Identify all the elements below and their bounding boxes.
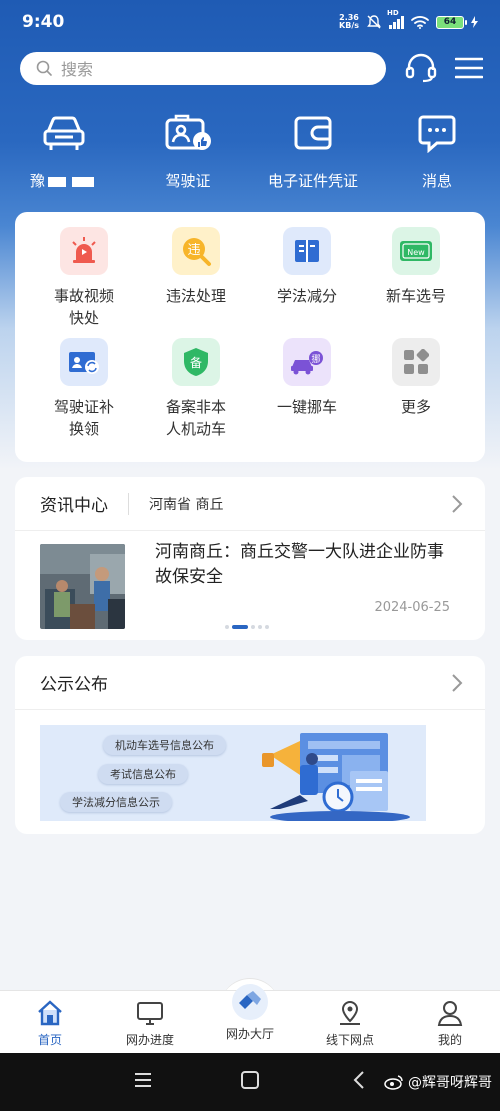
news-center-card: 资讯中心 河南省 商丘 河南商丘：商丘交警一大队进企业防事故保安全 2024-0…: [15, 477, 485, 640]
battery-indicator: 64: [436, 15, 467, 29]
pill-study-deduction[interactable]: 学法减分信息公示: [60, 792, 172, 812]
car-icon: [43, 116, 85, 150]
svg-text:备: 备: [190, 356, 202, 370]
tab-online-hall[interactable]: 网办大厅: [200, 983, 300, 1042]
tab-progress[interactable]: 网办进度: [100, 997, 200, 1048]
publication-title: 公示公布: [40, 675, 108, 695]
move-car-icon: 挪: [283, 338, 331, 386]
recent-apps-icon[interactable]: [134, 1071, 152, 1089]
plate-mask: [48, 176, 66, 187]
service-accident-video[interactable]: 事故视频 快处: [29, 227, 139, 329]
watermark: @辉哥呀辉哥: [384, 1072, 492, 1092]
status-icons: 2.36 KB/s HD 64: [339, 9, 478, 30]
search-icon: [36, 60, 52, 76]
carousel-indicator: [225, 625, 269, 629]
quick-license[interactable]: 驾驶证: [128, 110, 248, 191]
back-icon[interactable]: [352, 1071, 366, 1089]
more-icon: [392, 338, 440, 386]
menu-button[interactable]: [452, 51, 486, 85]
service-grid: 事故视频 快处 违 违法处理 学法减分 New 新车选号 驾驶证补 换领 备 备案非…: [15, 212, 485, 462]
publication-card: 公示公布 机动车选号信息公布 考试信息公布 学法减分信息公示: [15, 656, 485, 834]
status-time: 9:40: [22, 12, 65, 32]
carousel-dot-active: [232, 625, 248, 629]
service-study-deduction[interactable]: 学法减分: [252, 227, 362, 307]
vehicle-plate-prefix: 豫: [29, 172, 45, 190]
plate-mask: [72, 176, 94, 187]
svg-text:New: New: [407, 248, 425, 257]
monitor-icon: [137, 1002, 163, 1025]
license-renew-icon: [60, 338, 108, 386]
record-icon: 备: [172, 338, 220, 386]
carousel-dot: [225, 625, 229, 629]
news-title: 资讯中心: [40, 496, 108, 516]
service-record-vehicle[interactable]: 备 备案非本 人机动车: [141, 338, 251, 440]
hamburger-icon: [455, 57, 483, 79]
bottom-tab-bar: 首页 网办进度 网办大厅 线下网点 我的: [0, 984, 500, 1053]
message-icon: [418, 115, 456, 153]
weibo-icon: [384, 1075, 403, 1090]
news-header[interactable]: 资讯中心 河南省 商丘: [15, 477, 485, 531]
service-more[interactable]: 更多: [361, 338, 471, 418]
quick-vehicle[interactable]: 豫: [4, 110, 124, 191]
service-violation[interactable]: 违 违法处理: [141, 227, 251, 307]
customer-service-button[interactable]: [404, 51, 438, 85]
wifi-icon: [411, 16, 429, 29]
violation-icon: 违: [172, 227, 220, 275]
svg-text:挪: 挪: [311, 353, 320, 365]
divider: [128, 492, 129, 515]
quick-license-label: 驾驶证: [165, 172, 211, 190]
news-image[interactable]: [40, 544, 125, 629]
wallet-icon: [294, 116, 332, 150]
new-plate-icon: New: [392, 227, 440, 275]
tab-mine[interactable]: 我的: [400, 997, 500, 1048]
quick-e-certificate[interactable]: 电子证件凭证: [253, 110, 373, 191]
quick-e-certificate-label: 电子证件凭证: [267, 172, 358, 190]
charging-icon: [471, 16, 478, 28]
publication-header[interactable]: 公示公布: [15, 656, 485, 710]
pill-plate-selection[interactable]: 机动车选号信息公布: [103, 735, 226, 755]
user-icon: [437, 1001, 463, 1026]
book-icon: [283, 227, 331, 275]
carousel-dot: [251, 625, 255, 629]
service-new-plate[interactable]: New 新车选号: [361, 227, 471, 307]
tab-offline-sites[interactable]: 线下网点: [300, 997, 400, 1048]
news-headline[interactable]: 河南商丘：商丘交警一大队进企业防事故保安全: [155, 540, 455, 590]
signal-icon: HD: [387, 9, 404, 29]
quick-messages-label: 消息: [421, 172, 452, 190]
announcement-illustration: [262, 733, 410, 821]
chevron-right-icon[interactable]: [451, 673, 463, 693]
siren-icon: [60, 227, 108, 275]
home-nav-icon[interactable]: [241, 1071, 259, 1089]
pill-exam-info[interactable]: 考试信息公布: [98, 764, 188, 784]
home-icon: [38, 1000, 62, 1026]
news-date: 2024-06-25: [374, 600, 450, 615]
mute-bell-icon: [367, 15, 381, 29]
search-placeholder: 搜索: [61, 60, 94, 79]
headset-icon: [405, 53, 437, 83]
quick-entries: 豫 驾驶证 电子证件凭证 消息: [0, 110, 500, 190]
svg-text:违: 违: [187, 243, 200, 258]
service-license-renew[interactable]: 驾驶证补 换领: [29, 338, 139, 440]
news-region[interactable]: 河南省 商丘: [149, 494, 223, 514]
carousel-dot: [258, 625, 262, 629]
tab-home[interactable]: 首页: [0, 997, 100, 1048]
service-move-car[interactable]: 挪 一键挪车: [252, 338, 362, 418]
search-input[interactable]: 搜索: [20, 51, 386, 85]
location-icon: [340, 1000, 360, 1025]
search-row: 搜索: [20, 51, 490, 85]
publication-banner[interactable]: 机动车选号信息公布 考试信息公布 学法减分信息公示: [40, 725, 426, 821]
quick-messages[interactable]: 消息: [377, 110, 497, 191]
chevron-right-icon[interactable]: [451, 494, 463, 514]
status-bar: 9:40 2.36 KB/s HD 64: [0, 0, 500, 44]
license-icon: [165, 114, 211, 150]
network-speed: 2.36 KB/s: [339, 13, 359, 30]
carousel-dot: [265, 625, 269, 629]
hall-icon: [232, 984, 268, 1020]
